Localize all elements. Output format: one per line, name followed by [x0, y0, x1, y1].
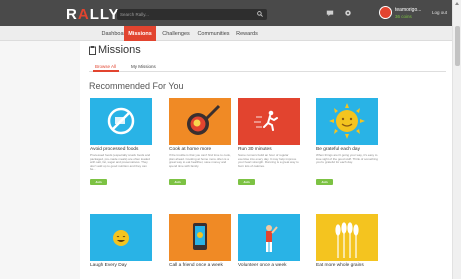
scroll-up-arrow-icon[interactable]: [455, 2, 459, 5]
scrollbar-thumb[interactable]: [454, 26, 460, 66]
logout-link[interactable]: Log out: [432, 10, 447, 15]
page-title: Missions: [98, 44, 141, 56]
phone-call-icon: [193, 223, 207, 250]
user-avatar[interactable]: [379, 6, 392, 19]
card-image[interactable]: [316, 214, 378, 261]
wheat-grain-icon: [335, 222, 359, 258]
card-image[interactable]: [238, 98, 300, 145]
join-button[interactable]: Join: [238, 179, 255, 185]
card-title[interactable]: Avoid processed foods: [90, 147, 154, 152]
card-description: Some runners build an hour of regular ex…: [238, 154, 299, 168]
search-icon[interactable]: [257, 11, 263, 17]
mission-card[interactable]: Be grateful each day When things aren't …: [316, 98, 378, 185]
active-tab-indicator: [93, 70, 119, 72]
mission-tabs: Browse All My Missions: [89, 61, 446, 72]
mission-card[interactable]: Laugh Every Day: [90, 214, 152, 268]
mission-card[interactable]: Cook at home more If the trouble is that…: [169, 98, 231, 185]
top-header: RALLY Search Rally... teamorigo... 36 co…: [0, 0, 452, 26]
tab-my-missions[interactable]: My Missions: [131, 64, 156, 69]
mission-card[interactable]: Call a friend once a week: [169, 214, 231, 268]
missions-icon: [89, 46, 96, 55]
volunteer-icon: [266, 225, 278, 252]
page: RALLY Search Rally... teamorigo... 36 co…: [0, 0, 461, 279]
tab-browse-all[interactable]: Browse All: [95, 64, 116, 69]
rally-logo[interactable]: RALLY: [66, 6, 120, 23]
sun-icon: [329, 103, 365, 139]
card-description: Processed foods (especially snack foods …: [90, 154, 151, 172]
search-input[interactable]: Search Rally...: [117, 9, 267, 20]
card-title[interactable]: Run 30 minutes: [238, 147, 302, 152]
card-title[interactable]: Laugh Every Day: [90, 263, 154, 268]
join-button[interactable]: Join: [316, 179, 333, 185]
nav-rewards[interactable]: Rewards: [232, 26, 262, 41]
no-processed-food-icon: [107, 107, 135, 135]
nav-challenges[interactable]: Challenges: [159, 26, 193, 41]
card-image[interactable]: [238, 214, 300, 261]
mission-card[interactable]: Eat more whole grains: [316, 214, 378, 268]
section-title: Recommended For You: [89, 81, 184, 91]
card-description: When things aren't going your way, it's …: [316, 154, 378, 165]
settings-gear-icon[interactable]: [344, 9, 352, 17]
coin-count: 36 coins: [395, 14, 412, 19]
card-image[interactable]: [90, 214, 152, 261]
main-content: Missions Browse All My Missions Recommen…: [80, 41, 452, 279]
mission-card[interactable]: Run 30 minutes Some runners build an hou…: [238, 98, 300, 185]
card-title[interactable]: Cook at home more: [169, 147, 233, 152]
card-title[interactable]: Call a friend once a week: [169, 263, 233, 268]
frying-pan-icon: [187, 104, 221, 135]
card-description: If the trouble is that you can't find ti…: [169, 154, 231, 168]
card-image[interactable]: [169, 98, 231, 145]
laughing-face-icon: [113, 230, 129, 246]
username[interactable]: teamorigo...: [395, 7, 421, 13]
card-title[interactable]: Be grateful each day: [316, 147, 380, 152]
nav-communities[interactable]: Communities: [194, 26, 233, 41]
card-title[interactable]: Eat more whole grains: [316, 263, 380, 268]
mission-card[interactable]: Avoid processed foods Processed foods (e…: [90, 98, 152, 185]
nav-missions[interactable]: Missions: [124, 26, 156, 41]
card-image[interactable]: [316, 98, 378, 145]
mission-card[interactable]: Volunteer once a week: [238, 214, 300, 268]
vertical-scrollbar[interactable]: [452, 0, 461, 279]
search-placeholder: Search Rally...: [120, 12, 149, 17]
card-image[interactable]: [169, 214, 231, 261]
card-image[interactable]: [90, 98, 152, 145]
card-title[interactable]: Volunteer once a week: [238, 263, 302, 268]
running-icon: [254, 110, 278, 131]
messages-icon[interactable]: [326, 9, 334, 17]
main-nav: Dashboard Missions Challenges Communitie…: [0, 26, 452, 41]
join-button[interactable]: Join: [90, 179, 107, 185]
join-button[interactable]: Join: [169, 179, 186, 185]
